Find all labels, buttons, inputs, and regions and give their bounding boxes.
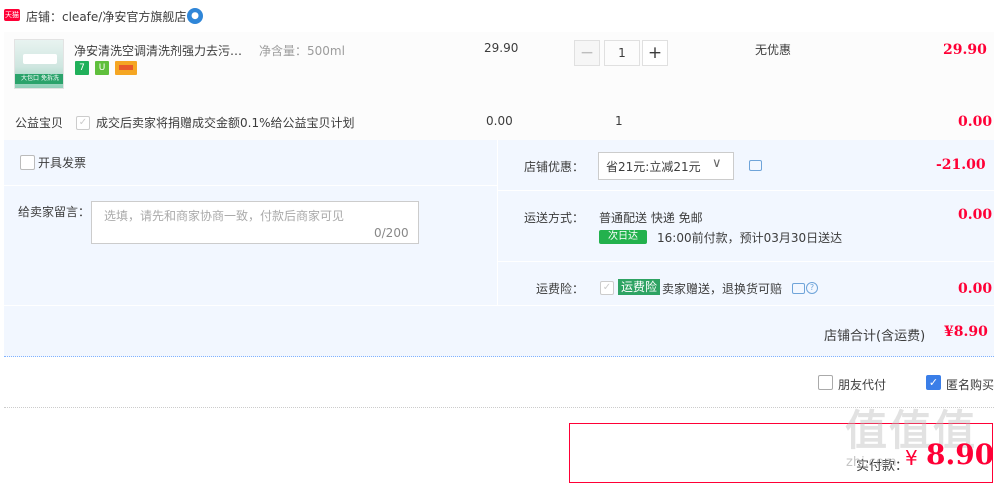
panel-divider: [498, 190, 994, 191]
service-guarantee-icon[interactable]: U: [95, 61, 109, 75]
seven-day-return-icon[interactable]: 7: [75, 61, 89, 75]
shipping-method: 普通配送 快递 免邮: [599, 211, 703, 225]
payment-amount: 8.90: [926, 438, 995, 471]
shipping-eta: 16:00前付款，预计03月30日送达: [657, 231, 843, 245]
shop-header: 天猫 店铺：cleafe/净安官方旗舰店 ●: [0, 0, 996, 32]
shop-name-link[interactable]: 店铺：cleafe/净安官方旗舰店: [26, 8, 186, 25]
product-thumbnail[interactable]: 大包口 免拆洗: [14, 39, 64, 89]
product-image-unit: [23, 54, 57, 64]
charity-subtotal: 0.00: [958, 114, 993, 130]
insurance-description: 卖家赠送，退换货可赔: [662, 282, 783, 296]
panel-divider: [498, 261, 994, 262]
help-icon[interactable]: ?: [806, 282, 818, 294]
insurance-tag: 运费险: [618, 279, 661, 295]
charity-checkbox: ✓: [76, 116, 90, 130]
memo-char-count: 0/200: [374, 226, 409, 240]
payment-currency: ¥: [905, 446, 918, 470]
shipping-label: 运送方式：: [524, 211, 585, 225]
payment-card-icon[interactable]: [115, 61, 137, 75]
thumbnail-banner: 大包口 免拆洗: [15, 74, 63, 84]
item-discount: 无优惠: [755, 43, 792, 57]
insurance-label: 运费险：: [536, 282, 585, 296]
invoice-label[interactable]: 开具发票: [38, 154, 86, 171]
memo-placeholder: 选填，请先和商家协商一致，付款后商家可见: [104, 209, 345, 223]
shop-total-amount: ¥8.90: [944, 324, 988, 340]
charity-quantity: 1: [615, 114, 623, 128]
insurance-chat-icon[interactable]: [792, 283, 805, 294]
coupon-selected-value: 省21元:立减21元: [606, 160, 701, 174]
friend-pay-label[interactable]: 朋友代付: [838, 376, 886, 393]
wangwang-chat-icon[interactable]: ●: [187, 8, 203, 24]
tmall-badge-icon: 天猫: [4, 9, 20, 21]
panel-divider: [497, 140, 498, 305]
quantity-input[interactable]: 1: [604, 40, 640, 66]
product-title-link[interactable]: 净安清洗空调清洗剂强力去污清洁剂: [74, 42, 250, 59]
charity-label: 公益宝贝: [15, 116, 64, 130]
shop-total-label: 店铺合计(含运费): [824, 329, 926, 344]
next-day-badge: 次日达: [599, 230, 647, 244]
coupon-chat-icon[interactable]: [749, 160, 762, 171]
panel-divider: [4, 305, 994, 306]
unit-price: 29.90: [484, 41, 519, 55]
memo-label: 给卖家留言：: [18, 205, 91, 219]
invoice-checkbox[interactable]: [20, 155, 35, 170]
quantity-plus-button[interactable]: +: [642, 40, 668, 66]
quantity-minus-button[interactable]: −: [574, 40, 600, 66]
charity-description: 成交后卖家将捐赠成交金额0.1%给公益宝贝计划: [96, 116, 355, 130]
panel-divider: [4, 185, 497, 186]
watermark-url: zhi.com: [846, 455, 897, 470]
anonymous-label[interactable]: 匿名购买: [946, 376, 994, 393]
chevron-down-icon: ∨: [712, 156, 722, 171]
item-subtotal: 29.90: [943, 42, 987, 58]
shipping-amount: 0.00: [958, 207, 993, 223]
coupon-label: 店铺优惠：: [524, 160, 585, 174]
insurance-amount: 0.00: [958, 281, 993, 297]
coupon-amount: -21.00: [936, 157, 986, 173]
insurance-checkbox: ✓: [600, 281, 614, 295]
anonymous-checkbox[interactable]: ✓: [926, 375, 941, 390]
friend-pay-checkbox[interactable]: [818, 375, 833, 390]
charity-price: 0.00: [486, 114, 513, 128]
product-sku: 净含量：500ml: [259, 44, 345, 58]
